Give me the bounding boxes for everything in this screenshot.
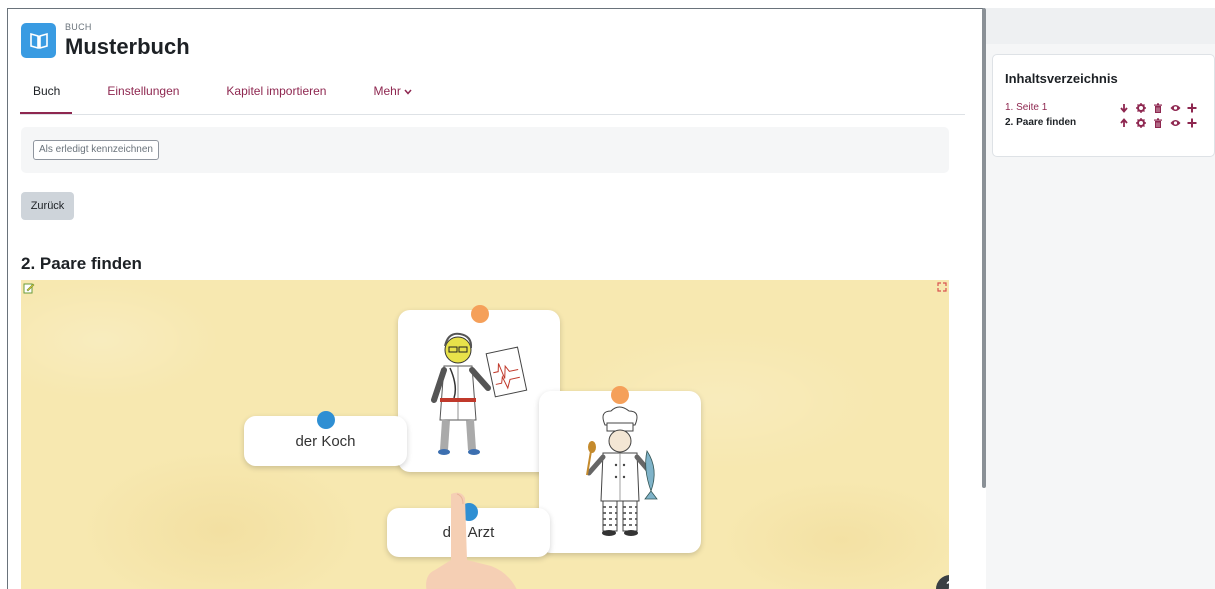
book-icon xyxy=(21,23,56,58)
pointing-hand-icon xyxy=(426,492,517,589)
pin-doctor xyxy=(471,305,489,323)
arrow-up-icon[interactable] xyxy=(1118,117,1130,129)
tab-kapitel-importieren[interactable]: Kapitel importieren xyxy=(214,83,338,115)
chapter-title: 2. Paare finden xyxy=(21,254,142,273)
toc-title: Inhaltsverzeichnis xyxy=(1005,71,1118,86)
tab-mehr-label: Mehr xyxy=(373,84,401,98)
toc-item-label[interactable]: 1. Seite 1 xyxy=(1005,102,1047,113)
secondary-nav: Buch Einstellungen Kapitel importieren M… xyxy=(20,83,447,115)
tab-einstellungen-label: Einstellungen xyxy=(107,84,180,98)
page: BUCH Musterbuch Buch Einstellungen Kapit… xyxy=(0,0,1215,589)
plus-icon[interactable] xyxy=(1186,117,1198,129)
trash-icon[interactable] xyxy=(1152,117,1164,129)
drawer-header xyxy=(986,8,1215,44)
page-title: Musterbuch xyxy=(65,34,190,59)
toc-item: 2. Paare finden xyxy=(1005,117,1210,130)
edit-icon[interactable] xyxy=(23,282,35,294)
gear-icon[interactable] xyxy=(1135,117,1147,129)
chevron-down-icon xyxy=(404,84,412,100)
tab-einstellungen[interactable]: Einstellungen xyxy=(95,83,191,115)
toc-item-actions xyxy=(1118,117,1198,129)
image-card-doctor[interactable] xyxy=(398,310,560,472)
module-type-label: BUCH xyxy=(65,22,92,32)
toc-item-actions xyxy=(1118,102,1198,114)
activity-completion: Als erledigt kennzeichnen xyxy=(21,127,949,173)
tab-mehr[interactable]: Mehr xyxy=(361,83,423,115)
frame-left-border xyxy=(7,8,8,589)
tab-buch[interactable]: Buch xyxy=(20,83,73,115)
toc-item-label: 2. Paare finden xyxy=(1005,117,1077,128)
nav-divider xyxy=(20,114,965,115)
trash-icon[interactable] xyxy=(1152,102,1164,114)
help-button[interactable]: ? xyxy=(936,575,949,589)
toc-item: 1. Seite 1 xyxy=(1005,102,1210,115)
h5p-activity-stage: der Koch der Arzt ? xyxy=(21,280,949,589)
right-drawer: Inhaltsverzeichnis 1. Seite 1 2. Paare f… xyxy=(986,8,1215,589)
word-card-koch-label: der Koch xyxy=(295,432,356,450)
tab-kapitel-importieren-label: Kapitel importieren xyxy=(226,84,327,98)
frame-top-border xyxy=(7,8,983,9)
arrow-down-icon[interactable] xyxy=(1118,102,1130,114)
gear-icon[interactable] xyxy=(1135,102,1147,114)
back-button[interactable]: Zurück xyxy=(21,192,74,220)
eye-icon[interactable] xyxy=(1169,117,1181,129)
toc-block: Inhaltsverzeichnis 1. Seite 1 2. Paare f… xyxy=(992,54,1215,157)
tab-buch-label: Buch xyxy=(33,84,61,98)
pin-chef xyxy=(611,386,629,404)
plus-icon[interactable] xyxy=(1186,102,1198,114)
doctor-illustration xyxy=(431,332,528,455)
image-card-chef[interactable] xyxy=(539,391,701,553)
pin-koch xyxy=(317,411,335,429)
chef-illustration xyxy=(586,406,658,536)
fullscreen-icon[interactable] xyxy=(937,282,947,292)
mark-done-button[interactable]: Als erledigt kennzeichnen xyxy=(33,140,159,160)
eye-icon[interactable] xyxy=(1169,102,1181,114)
